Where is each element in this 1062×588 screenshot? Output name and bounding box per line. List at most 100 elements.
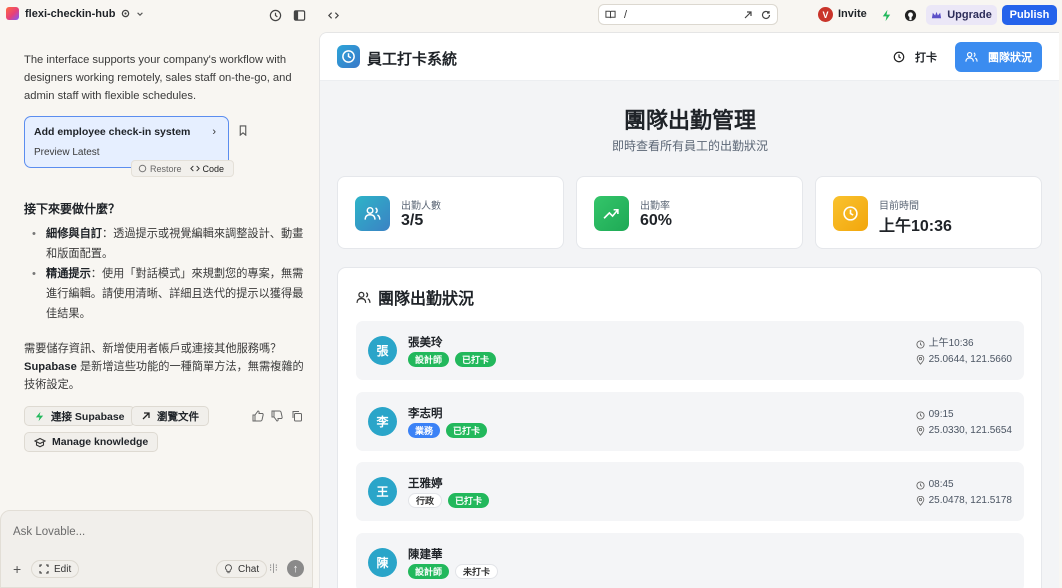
settings-icon xyxy=(122,9,130,18)
supabase-message: 需要儲存資訊、新增使用者帳戶或連接其他服務嗎？ Supabase 是新增這些功能… xyxy=(24,340,304,394)
member-name: 陳建華 xyxy=(408,549,443,561)
table-row: 王 王雅婷 行政 已打卡 08:45 25.0478, 121.5178 xyxy=(356,462,1024,521)
next-steps-list: 細修與自訂：透過提示或視覺編輯來調整設計、動畫和版面配置。 精通提示：使用「對話… xyxy=(30,224,306,324)
project-switcher[interactable]: flexi-checkin-hub xyxy=(6,7,144,20)
chat-input-placeholder: Ask Lovable... xyxy=(13,526,86,538)
avatar: 陳 xyxy=(368,548,397,577)
team-status-label: 團隊狀況 xyxy=(988,52,1032,64)
version-title: Add employee check-in system xyxy=(34,126,191,138)
chat-mode-button[interactable]: Chat xyxy=(216,560,268,578)
manage-knowledge-label: Manage knowledge xyxy=(52,436,149,448)
edit-button[interactable]: Edit xyxy=(31,560,80,578)
punch-label: 打卡 xyxy=(915,52,937,64)
connect-supabase-label: 連接 Supabase xyxy=(51,410,125,423)
copy-icon[interactable] xyxy=(291,410,303,422)
stat-label: 目前時間 xyxy=(879,201,919,212)
status-badge: 已打卡 xyxy=(448,493,490,508)
refresh-icon[interactable] xyxy=(761,10,771,20)
team-status-card: 團隊出勤狀況 張 張美玲 設計師 已打卡 上午10:36 25.0644, 12… xyxy=(337,267,1042,588)
user-avatar[interactable]: V xyxy=(818,7,833,22)
stat-card-current-time: 目前時間 上午10:36 xyxy=(815,176,1042,249)
stat-card-attendance-rate: 出勤率 60% xyxy=(576,176,803,249)
thumbs-up-icon[interactable] xyxy=(252,410,264,422)
team-status-heading: 團隊出勤狀況 xyxy=(356,285,474,309)
clock-icon xyxy=(916,339,925,349)
table-row: 陳 陳建華 設計師 未打卡 xyxy=(356,533,1024,588)
table-row: 張 張美玲 設計師 已打卡 上午10:36 25.0644, 121.5660 xyxy=(356,321,1024,380)
team-status-nav-button[interactable]: 團隊狀況 xyxy=(955,42,1042,72)
url-path[interactable]: / xyxy=(624,9,735,21)
users-icon xyxy=(965,51,978,62)
checkin-time: 上午10:36 xyxy=(928,338,974,349)
upgrade-button[interactable]: Upgrade xyxy=(926,5,997,25)
avatar: 李 xyxy=(368,407,397,436)
project-name: flexi-checkin-hub xyxy=(25,7,116,20)
table-row: 李 李志明 業務 已打卡 09:15 25.0330, 121.5654 xyxy=(356,392,1024,451)
assistant-message: The interface supports your company's wo… xyxy=(24,54,292,102)
browse-docs-button[interactable]: 瀏覽文件 xyxy=(131,406,209,426)
role-badge: 設計師 xyxy=(408,564,450,579)
connect-supabase-button[interactable]: 連接 Supabase xyxy=(24,406,135,426)
bullet-bold: 細修與自訂 xyxy=(46,228,102,240)
code-view-icon[interactable] xyxy=(326,8,340,22)
avatar: 張 xyxy=(368,336,397,365)
lovable-logo xyxy=(6,7,19,20)
restore-button[interactable]: Restore xyxy=(138,164,182,174)
upgrade-label: Upgrade xyxy=(947,9,992,21)
list-item: 精通提示：使用「對話模式」來規劃您的專案，無需進行編輯。請使用清晰、詳細且迭代的… xyxy=(30,264,306,324)
voice-icon[interactable]: ⁝|⁝ xyxy=(269,563,278,574)
stat-value: 60% xyxy=(640,212,673,229)
team-heading-label: 團隊出勤狀況 xyxy=(378,291,475,308)
app-header: 員工打卡系統 打卡 團隊狀況 xyxy=(320,33,1059,81)
next-steps-heading: 接下來要做什麼？ xyxy=(24,202,121,216)
status-badge: 已打卡 xyxy=(455,352,497,367)
punch-nav-button[interactable]: 打卡 xyxy=(893,49,937,65)
browse-docs-label: 瀏覽文件 xyxy=(157,410,199,423)
plus-icon[interactable]: + xyxy=(13,561,21,577)
checkin-coords: 25.0478, 121.5178 xyxy=(928,495,1012,506)
version-subtitle: Preview Latest xyxy=(34,147,100,158)
visual-edit-icon xyxy=(39,564,49,574)
sidebar-toggle-icon[interactable] xyxy=(292,8,306,22)
invite-button[interactable]: Invite xyxy=(838,8,867,20)
stat-label: 出勤率 xyxy=(640,201,670,212)
checkin-coords: 25.0330, 121.5654 xyxy=(928,425,1012,436)
preview-url-bar[interactable]: / xyxy=(598,4,778,25)
stat-label: 出勤人數 xyxy=(401,201,441,212)
role-badge: 設計師 xyxy=(408,352,450,367)
open-external-icon[interactable] xyxy=(743,10,753,20)
checkin-time: 08:45 xyxy=(928,479,954,490)
code-icon xyxy=(189,165,200,172)
chat-panel: The interface supports your company's wo… xyxy=(0,30,318,588)
clock-icon xyxy=(916,410,925,420)
manage-knowledge-button[interactable]: Manage knowledge xyxy=(24,432,159,452)
thumbs-down-icon[interactable] xyxy=(271,410,283,422)
send-button[interactable]: ↑ xyxy=(287,560,304,577)
users-icon xyxy=(356,291,371,303)
checkin-time: 09:15 xyxy=(928,409,954,420)
restore-icon xyxy=(138,164,147,173)
users-icon xyxy=(355,196,390,231)
top-bar: flexi-checkin-hub / V Invite Upgrade Pub… xyxy=(0,0,1062,30)
bookmark-icon[interactable] xyxy=(238,125,248,139)
page-subtitle: 即時查看所有員工的出勤狀況 xyxy=(611,139,768,153)
github-icon[interactable] xyxy=(903,8,917,22)
checkin-coords: 25.0644, 121.5660 xyxy=(928,354,1012,365)
chat-input[interactable]: Ask Lovable... + Edit Chat ⁝|⁝ ↑ xyxy=(0,510,313,588)
avatar: 王 xyxy=(368,477,397,506)
publish-button[interactable]: Publish xyxy=(1002,5,1057,25)
map-pin-icon xyxy=(916,426,924,436)
clock-icon xyxy=(916,480,925,490)
stat-value: 上午10:36 xyxy=(879,218,952,235)
bolt-icon[interactable] xyxy=(879,8,893,22)
map-pin-icon xyxy=(916,496,924,506)
clock-logo-icon xyxy=(337,45,360,68)
chat-label: Chat xyxy=(238,563,260,575)
code-button[interactable]: Code xyxy=(189,164,224,174)
app-title: 員工打卡系統 xyxy=(367,51,458,68)
map-pin-icon xyxy=(916,355,924,365)
clock-icon xyxy=(893,51,905,63)
history-icon[interactable] xyxy=(268,8,282,22)
chevron-right-icon: › xyxy=(212,126,216,138)
stat-card-attendance-count: 出勤人數 3/5 xyxy=(337,176,564,249)
